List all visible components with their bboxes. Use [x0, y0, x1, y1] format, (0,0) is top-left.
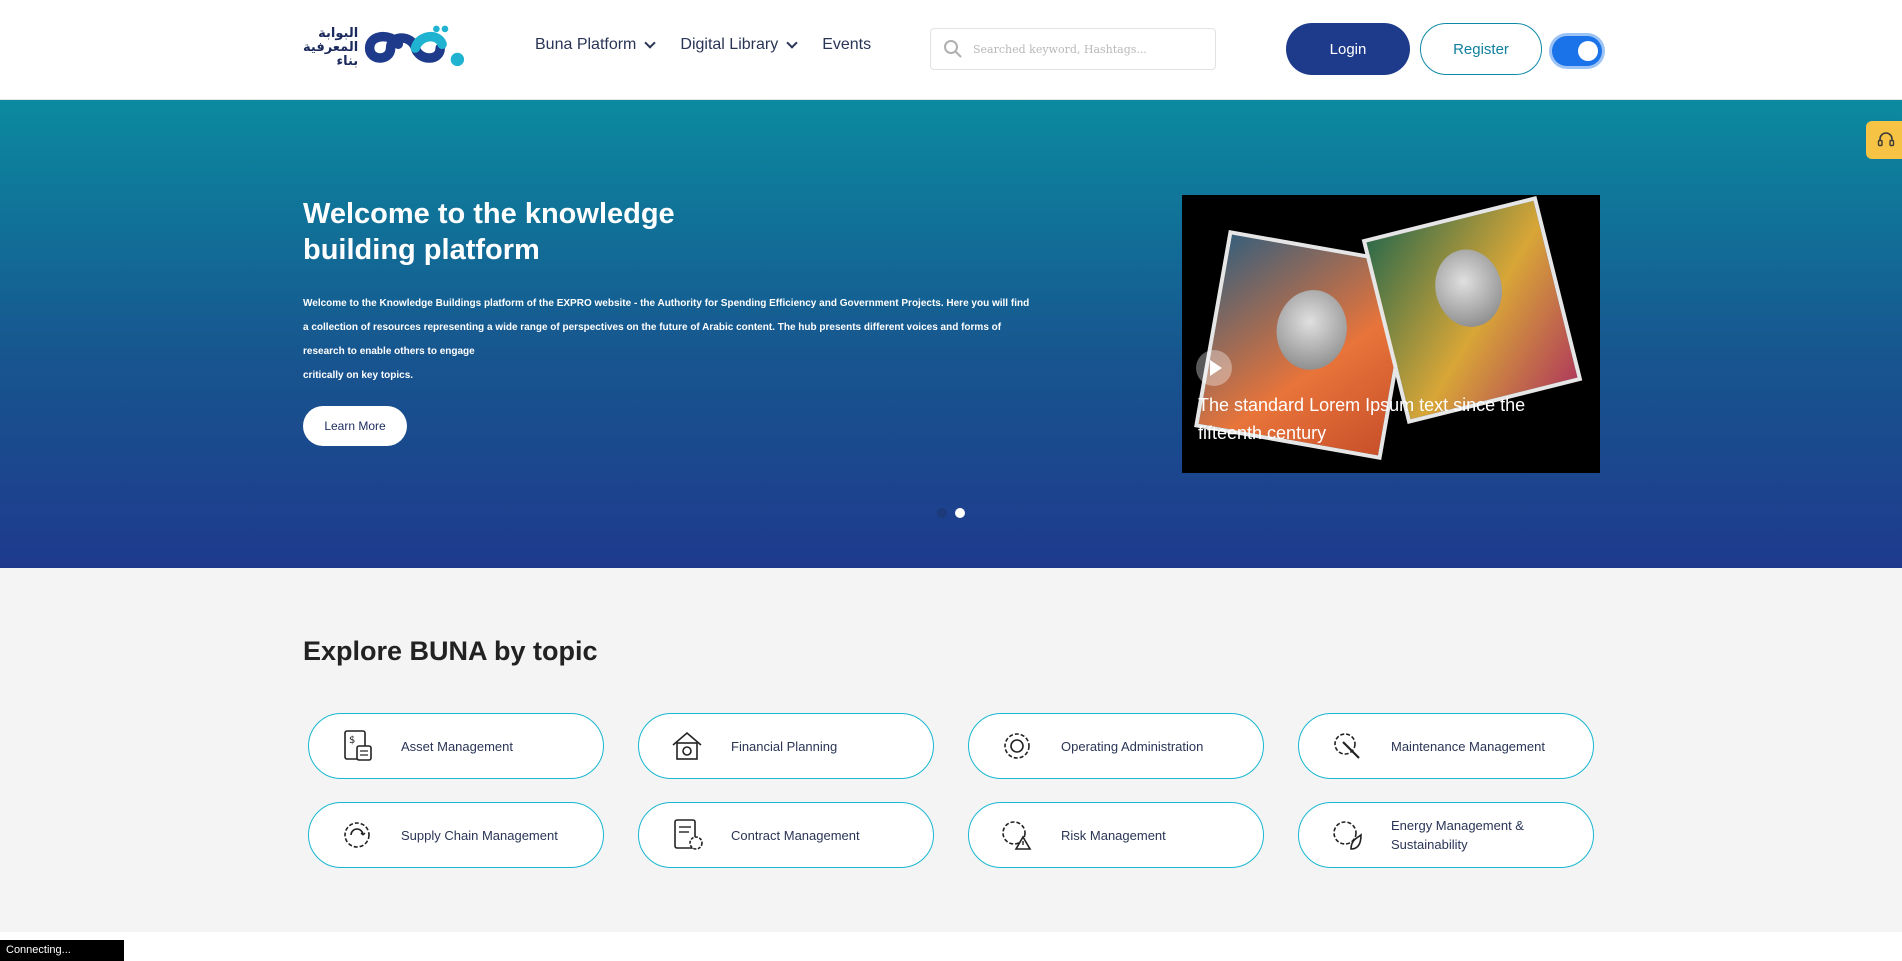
theme-toggle[interactable] — [1552, 36, 1602, 66]
topic-contract-management[interactable]: Contract Management — [638, 802, 934, 868]
carousel-dots — [937, 508, 965, 518]
main-nav: Buna Platform Digital Library Events — [535, 36, 871, 54]
learn-more-button[interactable]: Learn More — [303, 406, 407, 446]
svg-text:$: $ — [349, 735, 355, 746]
nav-label: Events — [822, 36, 872, 53]
search-box — [930, 28, 1216, 70]
browser-status-bar: Connecting... — [0, 940, 124, 961]
topic-label: Financial Planning — [731, 738, 838, 754]
face-shape — [1270, 284, 1354, 376]
headset-icon — [1877, 132, 1895, 147]
maintenance-wrench-gear-icon — [1327, 726, 1367, 766]
topic-label: Asset Management — [401, 738, 514, 754]
topic-label: Energy Management & Sustainability — [1391, 818, 1524, 852]
hero-description: Welcome to the Knowledge Buildings platf… — [303, 298, 1030, 381]
energy-leaf-gear-icon — [1327, 815, 1367, 855]
logo-infinity-icon — [365, 25, 465, 67]
nav-label: Digital Library — [680, 36, 779, 53]
support-button[interactable] — [1866, 121, 1902, 159]
topic-energy-management[interactable]: Energy Management & Sustainability — [1298, 802, 1594, 868]
topic-operating-administration[interactable]: Operating Administration — [968, 713, 1264, 779]
topic-financial-planning[interactable]: Financial Planning — [638, 713, 934, 779]
topic-label: Supply Chain Management — [401, 827, 558, 843]
topic-maintenance-management[interactable]: Maintenance Management — [1298, 713, 1594, 779]
video-thumbnail-woman — [1361, 196, 1583, 424]
login-button[interactable]: Login — [1286, 23, 1410, 75]
chevron-down-icon — [644, 37, 657, 49]
buna-logo[interactable]: البوابة المعرفية بناء — [303, 22, 469, 74]
carousel-dot-1[interactable] — [937, 508, 947, 518]
topic-label: Contract Management — [731, 827, 860, 843]
hero-video[interactable]: The standard Lorem Ipsum text since the … — [1182, 195, 1600, 473]
topic-supply-chain-management[interactable]: Supply Chain Management — [308, 802, 604, 868]
topic-label: Maintenance Management — [1391, 738, 1545, 754]
nav-digital-library[interactable]: Digital Library — [680, 36, 798, 54]
nav-label: Buna Platform — [535, 36, 637, 53]
logo-text-line3: بناء — [336, 54, 359, 69]
carousel-dot-2[interactable] — [955, 508, 965, 518]
finance-house-gear-icon — [667, 726, 707, 766]
topics-title: Explore BUNA by topic — [303, 636, 598, 666]
video-caption: The standard Lorem Ipsum text since the … — [1198, 395, 1526, 443]
site-header: البوابة المعرفية بناء Buna Platform Digi… — [0, 0, 1902, 100]
search-input[interactable] — [973, 42, 1203, 56]
topic-label: Operating Administration — [1061, 738, 1204, 754]
operations-gear-icon — [997, 726, 1037, 766]
risk-gear-warning-icon — [997, 815, 1037, 855]
search-icon — [944, 40, 962, 58]
supply-chain-gear-icon — [337, 815, 377, 855]
logo-text-line2: المعرفية — [303, 40, 359, 55]
nav-buna-platform[interactable]: Buna Platform — [535, 36, 657, 54]
hero-banner: Welcome to the knowledge building platfo… — [0, 100, 1902, 568]
face-shape — [1427, 242, 1511, 334]
logo-text-line1: البوابة — [318, 26, 359, 41]
page-footer-strip — [0, 932, 1902, 961]
play-icon[interactable] — [1196, 350, 1232, 386]
chevron-down-icon — [786, 37, 798, 49]
logo-arabic-text: البوابة المعرفية بناء — [303, 27, 358, 69]
topic-asset-management[interactable]: $ Asset Management — [308, 713, 604, 779]
contract-document-icon — [667, 815, 707, 855]
nav-events[interactable]: Events — [822, 36, 871, 54]
topic-risk-management[interactable]: Risk Management — [968, 802, 1264, 868]
register-button[interactable]: Register — [1420, 23, 1542, 75]
asset-document-icon: $ — [337, 726, 377, 766]
hero-title: Welcome to the knowledge building platfo… — [303, 198, 675, 266]
topic-label: Risk Management — [1061, 827, 1166, 843]
